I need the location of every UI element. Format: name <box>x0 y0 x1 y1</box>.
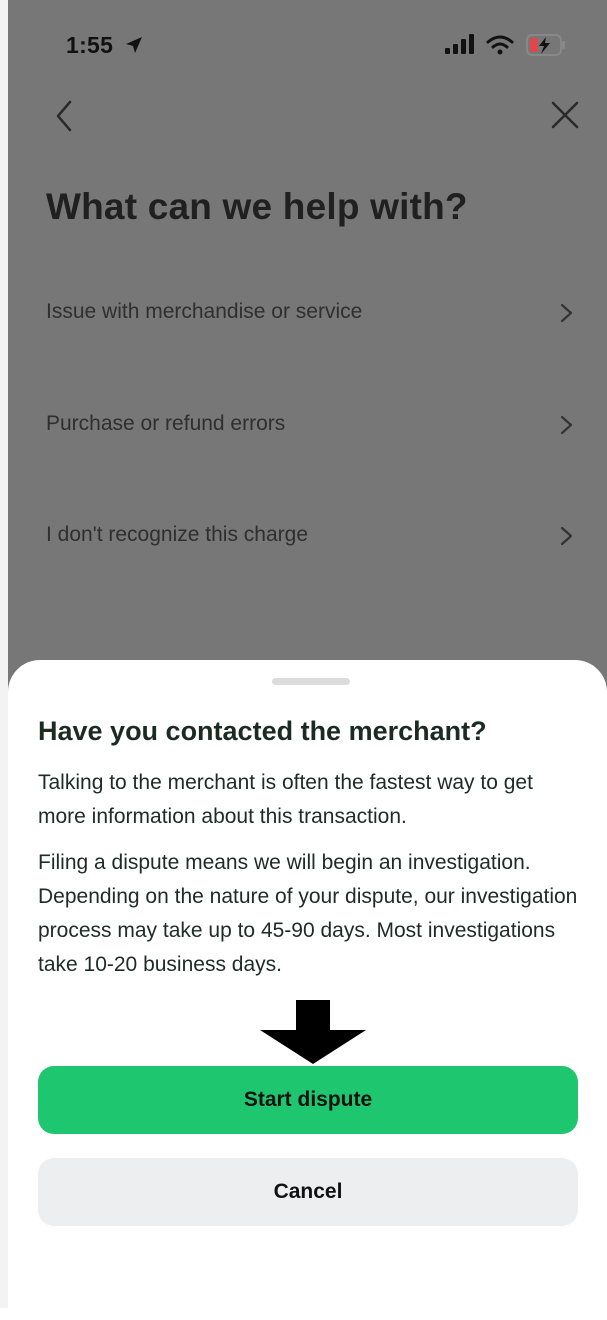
screen-edge <box>0 0 8 1308</box>
wifi-icon <box>486 35 514 55</box>
start-dispute-button[interactable]: Start dispute <box>38 1066 578 1134</box>
signal-icon <box>445 34 474 54</box>
chevron-right-icon <box>560 303 573 323</box>
chevron-left-icon <box>56 100 72 132</box>
location-arrow-icon <box>125 37 142 53</box>
close-icon <box>551 101 579 129</box>
menu-item-label: I don't recognize this charge <box>46 523 308 546</box>
sheet-paragraph-2: Filing a dispute means we will begin an … <box>38 851 578 976</box>
chevron-right-icon <box>560 526 573 546</box>
sheet-title: Have you contacted the merchant? <box>38 716 487 746</box>
battery-charging-icon <box>526 34 565 56</box>
chevron-right-icon <box>560 415 573 435</box>
menu-item-label: Issue with merchandise or service <box>46 300 363 323</box>
menu-item-label: Purchase or refund errors <box>46 412 286 435</box>
page-title: What can we help with? <box>46 186 468 227</box>
back-button[interactable] <box>46 96 86 136</box>
down-arrow-icon <box>260 1000 366 1064</box>
close-button[interactable] <box>546 96 586 136</box>
status-icons <box>439 30 579 60</box>
status-time-text: 1:55 <box>66 32 114 58</box>
bottom-sheet: Have you contacted the merchant? Talking… <box>8 660 607 1320</box>
menu-item-purchase-refund-errors[interactable]: Purchase or refund errors <box>46 396 580 456</box>
menu-item-unrecognized-charge[interactable]: I don't recognize this charge <box>46 507 580 567</box>
status-time: 1:55 <box>66 32 144 59</box>
sheet-paragraph-1: Talking to the merchant is often the fas… <box>38 771 533 828</box>
cancel-button[interactable]: Cancel <box>38 1158 578 1226</box>
menu-item-merchandise-issue[interactable]: Issue with merchandise or service <box>46 284 580 344</box>
sheet-drag-handle[interactable] <box>272 678 350 685</box>
